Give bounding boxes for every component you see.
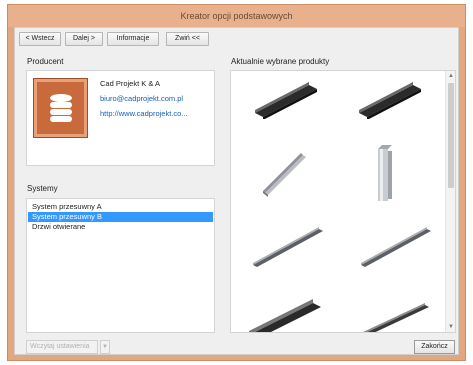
list-item[interactable]: Drzwi otwierane (28, 222, 213, 232)
finish-button[interactable]: Zakończ (414, 340, 455, 354)
producer-website-link[interactable]: http://www.cadprojekt.co... (100, 109, 188, 118)
aluminium-profile-icon[interactable] (366, 143, 406, 205)
producer-email-link[interactable]: biuro@cadprojekt.com.pl (100, 94, 183, 103)
aluminium-profile-icon[interactable] (247, 295, 327, 333)
wizard-client-area: < Wstecz Dalej > Informacje Zwiń << Prod… (14, 27, 459, 355)
products-scrollbar[interactable]: ▲ ▼ (445, 71, 455, 332)
scrollbar-thumb[interactable] (448, 83, 454, 188)
list-item[interactable]: System przesuwny B (28, 212, 213, 222)
back-button[interactable]: < Wstecz (19, 32, 61, 46)
aluminium-profile-icon[interactable] (357, 299, 437, 333)
scroll-up-icon[interactable]: ▲ (446, 71, 455, 81)
load-settings-button[interactable]: Wczytaj ustawienia (26, 340, 98, 354)
aluminium-profile-icon[interactable] (357, 221, 437, 271)
wizard-window: Kreator opcji podstawowych < Wstecz Dale… (7, 4, 466, 361)
systems-list: System przesuwny A System przesuwny B Dr… (26, 198, 215, 333)
products-section-label: Aktualnie wybrane produkty (231, 57, 330, 66)
info-button[interactable]: Informacje (107, 32, 159, 46)
producer-panel: Cad Projekt K & A biuro@cadprojekt.com.p… (26, 70, 215, 166)
next-button[interactable]: Dalej > (65, 32, 103, 46)
systems-section-label: Systemy (27, 184, 58, 193)
aluminium-profile-icon[interactable] (249, 221, 329, 271)
database-icon (33, 78, 88, 138)
products-panel: ▲ ▼ (230, 70, 456, 333)
producer-section-label: Producent (27, 57, 64, 66)
list-item[interactable]: System przesuwny A (28, 202, 213, 212)
aluminium-profile-icon[interactable] (355, 79, 425, 119)
aluminium-profile-icon[interactable] (259, 149, 309, 199)
chevron-down-icon[interactable]: ▼ (100, 340, 110, 354)
scroll-down-icon[interactable]: ▼ (446, 322, 455, 332)
producer-name: Cad Projekt K & A (100, 79, 161, 88)
toolbar: < Wstecz Dalej > Informacje Zwiń << (15, 28, 458, 50)
window-title: Kreator opcji podstawowych (8, 5, 465, 27)
aluminium-profile-icon[interactable] (251, 79, 321, 119)
collapse-button[interactable]: Zwiń << (166, 32, 209, 46)
